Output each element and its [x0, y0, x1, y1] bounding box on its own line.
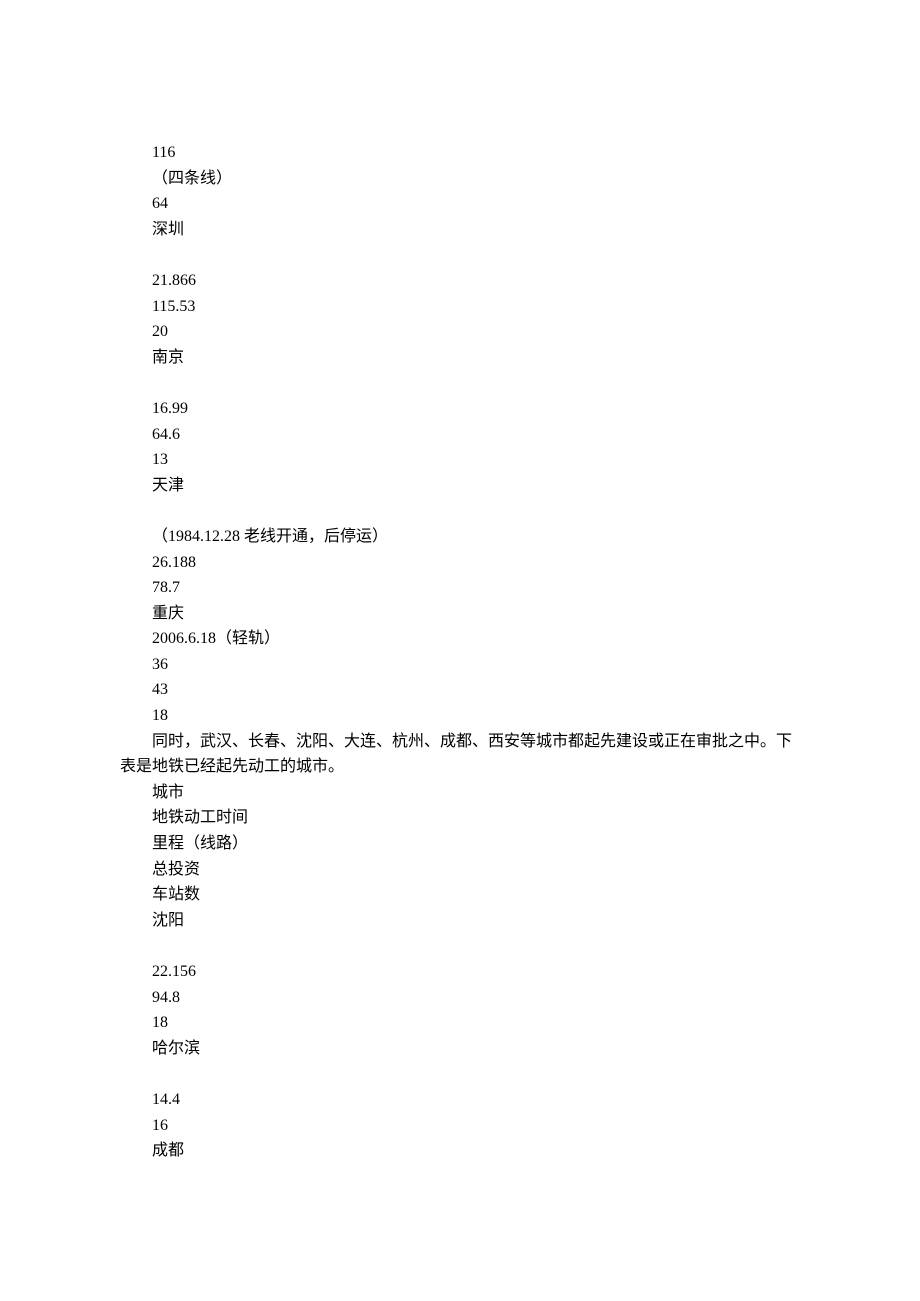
note-old-line: （1984.12.28 老线开通，后停运） [120, 524, 800, 550]
note-light-rail: 2006.6.18（轻轨） [120, 626, 800, 652]
city-shenzhen: 深圳 [120, 217, 800, 243]
value-line: 18 [120, 1010, 800, 1036]
city-nanjing: 南京 [120, 345, 800, 371]
value-line: 26.188 [120, 550, 800, 576]
value-line: 78.7 [120, 575, 800, 601]
city-shenyang: 沈阳 [120, 908, 800, 934]
value-line: 20 [120, 319, 800, 345]
note-four-lines: （四条线） [120, 166, 800, 192]
blank-line [120, 1061, 800, 1087]
value-line: 16.99 [120, 396, 800, 422]
header-stations: 车站数 [120, 882, 800, 908]
blank-line [120, 242, 800, 268]
value-line: 14.4 [120, 1087, 800, 1113]
city-harbin: 哈尔滨 [120, 1036, 800, 1062]
header-city: 城市 [120, 780, 800, 806]
value-line: 43 [120, 677, 800, 703]
blank-line [120, 933, 800, 959]
value-line: 64 [120, 191, 800, 217]
blank-line [120, 498, 800, 524]
value-line: 64.6 [120, 422, 800, 448]
document-page: 116 （四条线） 64 深圳 21.866 115.53 20 南京 16.9… [0, 0, 920, 1301]
value-line: 116 [120, 140, 800, 166]
blank-line [120, 370, 800, 396]
city-chengdu: 成都 [120, 1138, 800, 1164]
value-line: 13 [120, 447, 800, 473]
header-start-date: 地铁动工时间 [120, 805, 800, 831]
value-line: 22.156 [120, 959, 800, 985]
value-line: 115.53 [120, 294, 800, 320]
city-chongqing: 重庆 [120, 601, 800, 627]
city-tianjin: 天津 [120, 473, 800, 499]
value-line: 94.8 [120, 985, 800, 1011]
value-line: 16 [120, 1113, 800, 1139]
header-mileage: 里程（线路） [120, 831, 800, 857]
value-line: 36 [120, 652, 800, 678]
paragraph-intro: 同时，武汉、长春、沈阳、大连、杭州、成都、西安等城市都起先建设或正在审批之中。下… [120, 729, 800, 780]
header-investment: 总投资 [120, 857, 800, 883]
value-line: 18 [120, 703, 800, 729]
value-line: 21.866 [120, 268, 800, 294]
